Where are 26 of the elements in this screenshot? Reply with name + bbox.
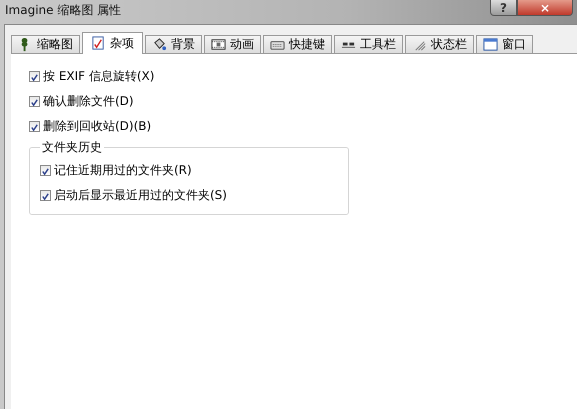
checkbox[interactable] <box>29 96 40 107</box>
film-icon <box>211 37 226 52</box>
option-label: 确认删除文件(D) <box>43 93 134 110</box>
checklist-icon <box>91 36 106 51</box>
option-label: 记住近期用过的文件夹(R) <box>54 162 192 179</box>
window-icon <box>483 37 498 52</box>
tab[interactable]: 状态栏 <box>405 35 474 53</box>
close-button[interactable]: × <box>517 0 573 16</box>
tab[interactable]: 杂项 <box>82 32 143 54</box>
tab[interactable]: 窗口 <box>476 35 533 53</box>
option-label: 启动后显示最近用过的文件夹(S) <box>54 187 227 204</box>
checkbox[interactable] <box>29 71 40 82</box>
group-title: 文件夹历史 <box>41 139 103 156</box>
tab[interactable]: 工具栏 <box>334 35 403 53</box>
option-label: 按 EXIF 信息旋转(X) <box>43 68 154 85</box>
tab[interactable]: 快捷键 <box>263 35 332 53</box>
paint-bucket-icon <box>152 37 167 52</box>
tab[interactable]: 背景 <box>145 35 202 53</box>
option-label: 删除到回收站(D)(B) <box>43 118 152 135</box>
checkbox[interactable] <box>40 190 51 201</box>
tab[interactable]: 缩略图 <box>11 35 80 53</box>
checkbox[interactable] <box>40 165 51 176</box>
tab[interactable]: 动画 <box>204 35 261 53</box>
checkbox[interactable] <box>29 121 40 132</box>
help-button[interactable]: ? <box>490 0 517 16</box>
window-title: Imagine 缩略图 属性 <box>4 2 122 19</box>
